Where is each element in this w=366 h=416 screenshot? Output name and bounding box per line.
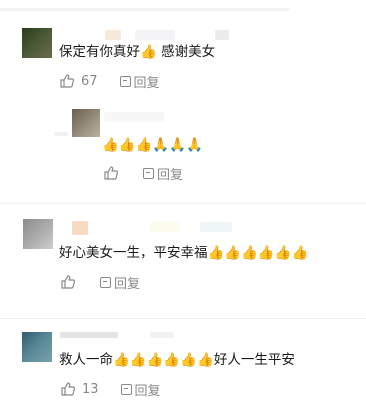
reply-icon — [100, 276, 111, 288]
username-blurred — [54, 132, 68, 136]
comment-text: 救人一命👍👍👍👍👍👍好人一生平安 — [59, 352, 295, 368]
avatar[interactable] — [22, 332, 52, 362]
reply-button[interactable]: 回复 — [120, 380, 161, 399]
like-count: 13 — [82, 381, 99, 397]
username-blurred — [200, 222, 232, 232]
username-blurred — [60, 332, 118, 338]
username-blurred — [135, 30, 175, 40]
reply-button[interactable]: 回复 — [119, 72, 160, 91]
avatar[interactable] — [72, 109, 100, 137]
comment-text: 保定有你真好👍 感谢美女 — [59, 44, 216, 60]
reply-button[interactable]: 回复 — [143, 164, 183, 183]
comment-actions: 回复 — [60, 272, 140, 292]
username-blurred — [215, 30, 229, 40]
comment-text: 👍👍👍🙏🙏🙏 — [102, 137, 203, 153]
reply-icon — [143, 167, 154, 179]
reply-label: 回复 — [133, 75, 160, 91]
avatar[interactable] — [23, 219, 53, 249]
comment-actions: 13 回复 — [60, 379, 161, 399]
reply-icon — [120, 383, 132, 395]
reply-icon — [119, 75, 131, 87]
username-blurred — [72, 221, 88, 235]
username-blurred — [150, 332, 174, 338]
like-count: 67 — [81, 73, 98, 89]
reply-label: 回复 — [134, 383, 161, 399]
divider — [0, 203, 366, 204]
comment-actions: 回复 — [103, 163, 183, 183]
thumbs-up-icon[interactable] — [59, 73, 75, 89]
reply-label: 回复 — [114, 276, 141, 292]
reply-button[interactable]: 回复 — [100, 273, 140, 292]
thumbs-up-icon[interactable] — [103, 165, 119, 181]
username-blurred — [105, 30, 121, 40]
comment-text: 好心美女一生，平安幸福👍👍👍👍👍👍 — [59, 245, 309, 261]
comment-1: 保定有你真好👍 感谢美女 67 回复 — [0, 0, 366, 100]
comment-actions: 67 回复 — [59, 71, 160, 91]
divider — [0, 318, 366, 319]
username-blurred — [104, 112, 164, 122]
avatar[interactable] — [22, 28, 52, 58]
thumbs-up-icon[interactable] — [60, 274, 76, 290]
comment-3: 好心美女一生，平安幸福👍👍👍👍👍👍 回复 — [0, 205, 366, 305]
username-blurred — [150, 222, 180, 232]
reply-label: 回复 — [157, 167, 184, 183]
thumbs-up-icon[interactable] — [60, 381, 76, 397]
comment-4: 救人一命👍👍👍👍👍👍好人一生平安 13 回复 — [0, 320, 366, 416]
comment-2-nested: 👍👍👍🙏🙏🙏 回复 — [0, 100, 366, 200]
